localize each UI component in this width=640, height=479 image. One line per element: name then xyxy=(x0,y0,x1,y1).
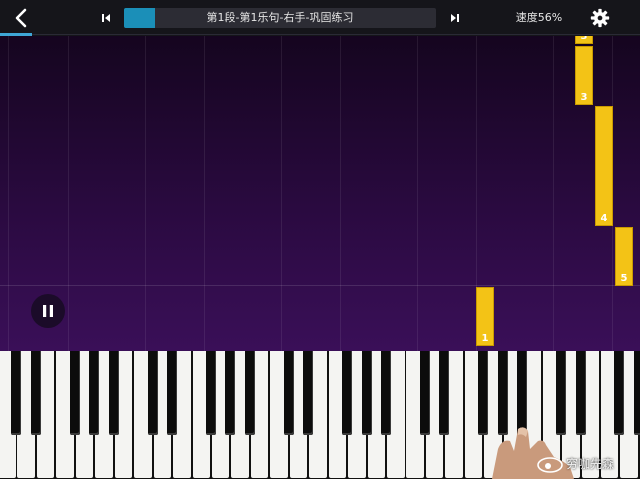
note-bar: 4 xyxy=(595,106,613,226)
note-bar: 3 xyxy=(575,46,593,105)
settings-button[interactable] xyxy=(589,7,611,29)
black-key[interactable] xyxy=(244,351,255,435)
finger-number: 1 xyxy=(481,333,489,344)
speed-control[interactable]: 速度56% xyxy=(508,8,570,28)
black-key[interactable] xyxy=(11,351,22,435)
black-key[interactable] xyxy=(108,351,119,435)
black-key[interactable] xyxy=(556,351,567,435)
black-key[interactable] xyxy=(225,351,236,435)
black-key[interactable] xyxy=(633,351,640,435)
key-grid-line xyxy=(281,36,282,351)
black-key[interactable] xyxy=(381,351,391,435)
black-key[interactable] xyxy=(517,351,528,435)
black-key[interactable] xyxy=(167,351,178,435)
toolbar-divider xyxy=(32,34,640,35)
finger-number: 5 xyxy=(620,273,628,284)
key-grid-line xyxy=(145,36,146,351)
black-key[interactable] xyxy=(89,351,100,435)
falling-notes-roll: 3 3 4 5 1 xyxy=(0,36,640,351)
key-grid-line xyxy=(340,36,341,351)
black-key[interactable] xyxy=(342,351,353,435)
key-grid-line xyxy=(8,36,9,351)
black-key[interactable] xyxy=(69,351,80,435)
top-toolbar: 第1段-第1乐句-右手-巩固练习 速度56% xyxy=(0,0,640,36)
black-key[interactable] xyxy=(614,351,625,435)
black-key[interactable] xyxy=(30,351,41,435)
skip-next-icon xyxy=(451,14,459,22)
key-grid-line xyxy=(68,36,69,351)
hit-line xyxy=(0,285,640,286)
black-key[interactable] xyxy=(147,351,158,435)
black-key[interactable] xyxy=(575,351,586,435)
pause-icon xyxy=(43,305,53,317)
black-key[interactable] xyxy=(419,351,430,435)
black-key[interactable] xyxy=(283,351,294,435)
note-bar: 5 xyxy=(615,227,633,286)
back-button[interactable] xyxy=(10,6,34,30)
lesson-progress-bar[interactable]: 第1段-第1乐句-右手-巩固练习 xyxy=(124,8,436,28)
key-grid-line xyxy=(204,36,205,351)
key-grid-line xyxy=(553,36,554,351)
black-key[interactable] xyxy=(361,351,372,435)
gear-icon xyxy=(590,8,610,28)
finger-number: 3 xyxy=(580,36,588,42)
black-key[interactable] xyxy=(205,351,216,435)
watermark-text: 穷咖先森 xyxy=(566,457,615,471)
black-key[interactable] xyxy=(497,351,508,435)
key-grid-line xyxy=(417,36,418,351)
pause-button[interactable] xyxy=(31,294,65,328)
note-bar: 3 xyxy=(575,36,593,44)
finger-number: 4 xyxy=(600,213,608,224)
black-key[interactable] xyxy=(439,351,450,435)
back-arrow-icon xyxy=(15,8,27,28)
previous-section-button[interactable] xyxy=(97,9,115,27)
black-key[interactable] xyxy=(303,351,314,435)
next-section-button[interactable] xyxy=(446,9,464,27)
skip-previous-icon xyxy=(102,14,110,22)
lesson-title: 第1段-第1乐句-右手-巩固练习 xyxy=(206,11,354,24)
black-key[interactable] xyxy=(478,351,489,435)
finger-number: 3 xyxy=(580,92,588,103)
note-bar: 1 xyxy=(476,287,494,346)
